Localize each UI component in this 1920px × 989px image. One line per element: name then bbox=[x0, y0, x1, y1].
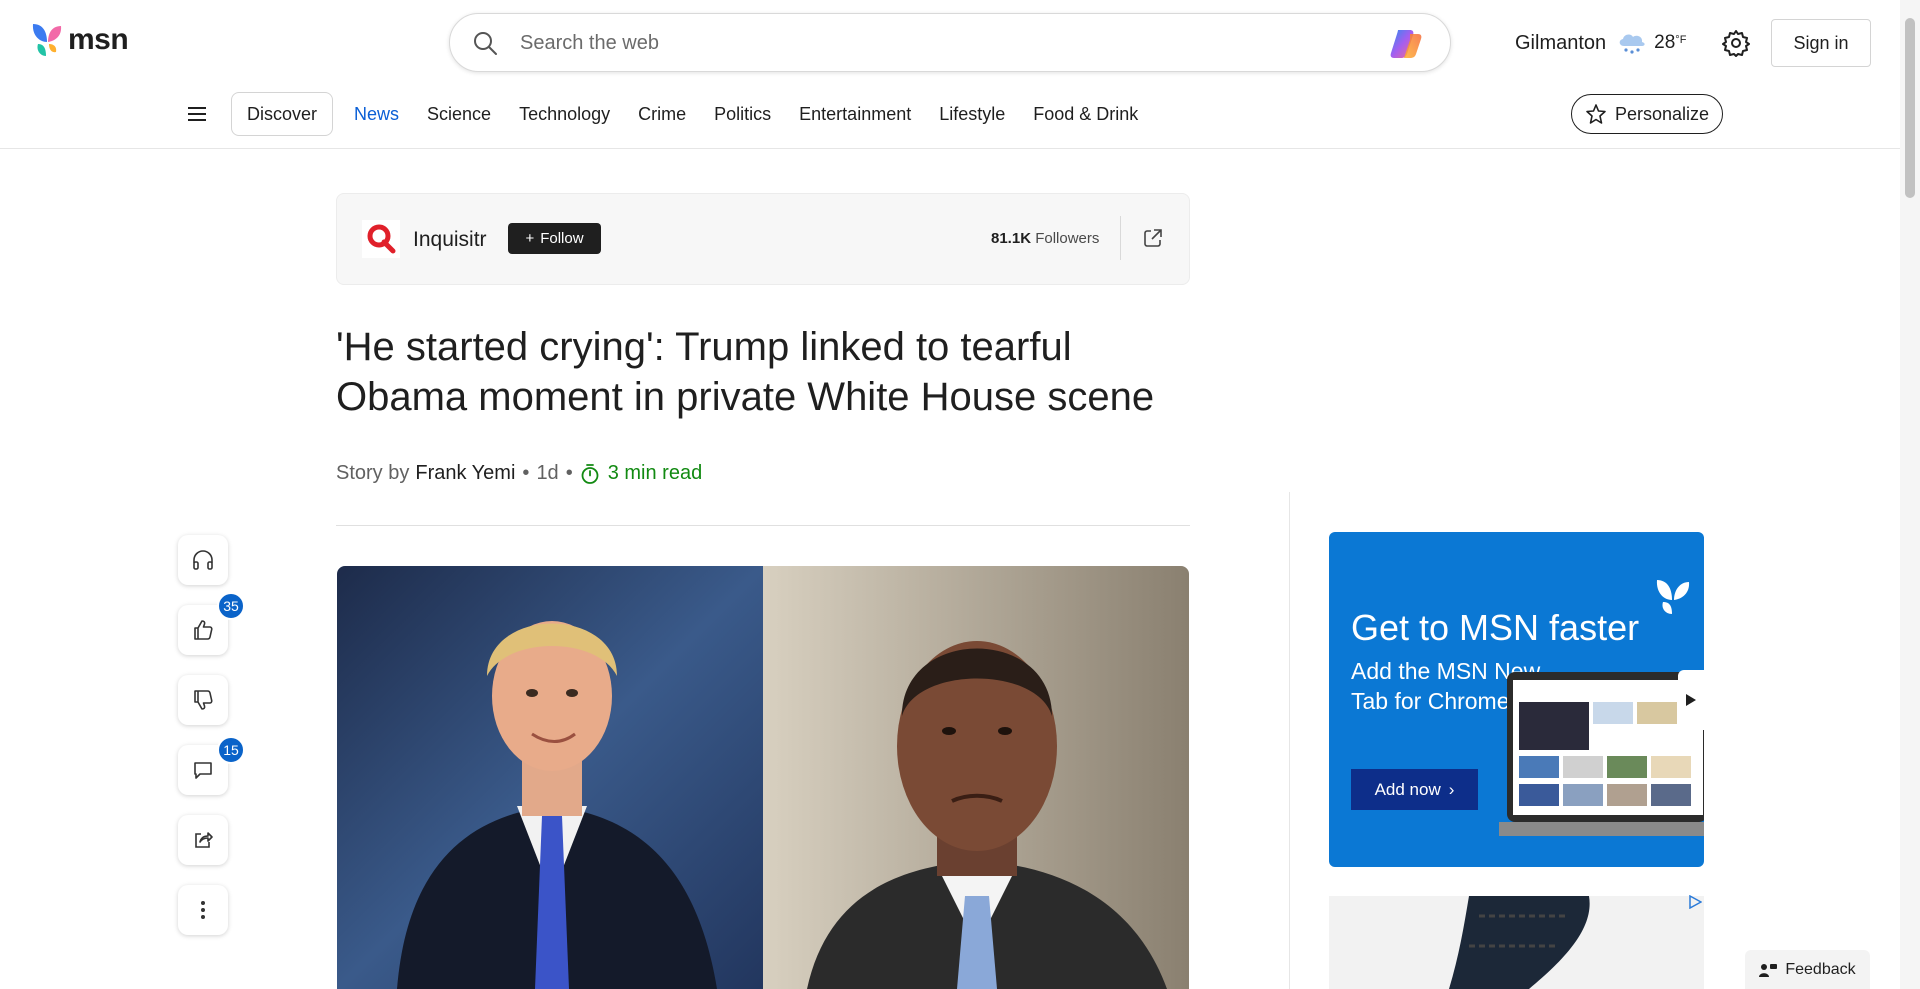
logo-text: msn bbox=[68, 23, 129, 56]
nav-link-lifestyle[interactable]: Lifestyle bbox=[939, 104, 1005, 125]
nav-link-entertainment[interactable]: Entertainment bbox=[799, 104, 911, 125]
read-time: 3 min read bbox=[580, 462, 703, 485]
author-name[interactable]: Frank Yemi bbox=[415, 462, 515, 485]
headphones-icon bbox=[193, 550, 213, 570]
divider bbox=[1120, 216, 1121, 260]
copilot-icon[interactable] bbox=[1388, 28, 1424, 60]
nav-link-news[interactable]: News bbox=[354, 104, 399, 125]
share-button[interactable] bbox=[178, 815, 228, 865]
hero-photo bbox=[337, 566, 1189, 989]
follow-label: Follow bbox=[540, 230, 584, 247]
dislike-button[interactable] bbox=[178, 675, 228, 725]
article-title: 'He started crying': Trump linked to tea… bbox=[336, 325, 1155, 419]
page-scrollbar[interactable] bbox=[1900, 0, 1920, 989]
discover-button[interactable]: Discover bbox=[231, 92, 334, 136]
feedback-label: Feedback bbox=[1785, 960, 1856, 978]
article-age: 1d bbox=[536, 462, 559, 484]
divider bbox=[336, 525, 1190, 526]
nav-link-politics[interactable]: Politics bbox=[714, 104, 771, 125]
nav-link-technology[interactable]: Technology bbox=[519, 104, 610, 125]
separator-dot: • bbox=[565, 462, 573, 484]
search-box[interactable] bbox=[449, 13, 1451, 72]
article-hero-image[interactable] bbox=[337, 566, 1189, 989]
share-icon bbox=[195, 832, 213, 848]
snow-cloud-icon bbox=[1619, 34, 1645, 54]
butterfly-logo-icon bbox=[32, 24, 62, 56]
gear-icon[interactable] bbox=[1722, 29, 1750, 57]
weather-location: Gilmanton bbox=[1515, 31, 1607, 54]
like-count-badge: 35 bbox=[217, 592, 245, 620]
adchoices-icon[interactable] bbox=[1688, 895, 1702, 909]
separator-dot: • bbox=[522, 462, 530, 484]
plus-icon: + bbox=[525, 230, 535, 247]
column-divider bbox=[1289, 492, 1290, 989]
msn-chrome-promo-ad[interactable]: Get to MSN faster Add the MSN New Tab fo… bbox=[1329, 532, 1704, 867]
temperature: 28°F bbox=[1654, 32, 1687, 53]
comment-icon bbox=[194, 762, 212, 779]
feedback-button[interactable]: Feedback bbox=[1745, 950, 1870, 989]
promo-next-button[interactable] bbox=[1678, 670, 1704, 730]
search-icon[interactable] bbox=[472, 30, 498, 56]
shoe-ad-image bbox=[1329, 896, 1704, 989]
feedback-icon bbox=[1759, 963, 1778, 977]
personalize-label: Personalize bbox=[1614, 103, 1710, 124]
followers-count: 81.1K Followers bbox=[991, 230, 1100, 247]
read-time-label: 3 min read bbox=[607, 462, 703, 484]
weather-widget[interactable]: Gilmanton 28°F bbox=[1515, 30, 1686, 56]
thumbs-down-icon bbox=[194, 690, 213, 710]
promo-title: Get to MSN faster bbox=[1351, 607, 1640, 648]
chevron-right-icon: › bbox=[1448, 779, 1455, 799]
sparkle-star-icon bbox=[1586, 104, 1606, 124]
comment-count-badge: 15 bbox=[217, 736, 245, 764]
nav-link-crime[interactable]: Crime bbox=[638, 104, 686, 125]
open-external-icon[interactable] bbox=[1143, 228, 1163, 248]
article-byline: Story by Frank Yemi • 1d • 3 min read bbox=[336, 462, 702, 485]
add-now-button[interactable]: Add now › bbox=[1351, 769, 1478, 810]
timer-icon bbox=[581, 463, 599, 484]
play-arrow-icon bbox=[1686, 694, 1696, 706]
nav-links: News Science Technology Crime Politics E… bbox=[340, 92, 1152, 136]
personalize-button[interactable]: Personalize bbox=[1571, 94, 1723, 134]
listen-button[interactable] bbox=[178, 535, 228, 585]
publisher-card: Inquisitr + Follow 81.1K Followers bbox=[336, 193, 1190, 285]
more-options-button[interactable] bbox=[178, 885, 228, 935]
publisher-logo-icon[interactable] bbox=[362, 220, 400, 258]
search-input[interactable] bbox=[520, 24, 1340, 62]
shoe-ad[interactable] bbox=[1329, 896, 1704, 989]
nav-link-science[interactable]: Science bbox=[427, 104, 491, 125]
top-header: msn Gilmanton 28°F bbox=[0, 0, 1900, 149]
hamburger-menu-icon[interactable] bbox=[188, 106, 206, 122]
more-vertical-icon bbox=[201, 901, 205, 919]
msn-logo[interactable]: msn bbox=[30, 22, 129, 58]
story-by-label: Story by bbox=[336, 462, 410, 484]
thumbs-up-icon bbox=[194, 620, 213, 640]
publisher-name[interactable]: Inquisitr bbox=[413, 228, 487, 252]
add-now-label: Add now bbox=[1374, 779, 1441, 799]
scrollbar-thumb[interactable] bbox=[1905, 18, 1915, 198]
category-nav: Discover News Science Technology Crime P… bbox=[0, 92, 1900, 136]
follow-button[interactable]: + Follow bbox=[508, 223, 601, 254]
laptop-illustration bbox=[1499, 672, 1704, 836]
butterfly-logo-icon bbox=[1656, 580, 1690, 614]
nav-link-food-drink[interactable]: Food & Drink bbox=[1033, 104, 1138, 125]
sign-in-button[interactable]: Sign in bbox=[1771, 19, 1871, 67]
